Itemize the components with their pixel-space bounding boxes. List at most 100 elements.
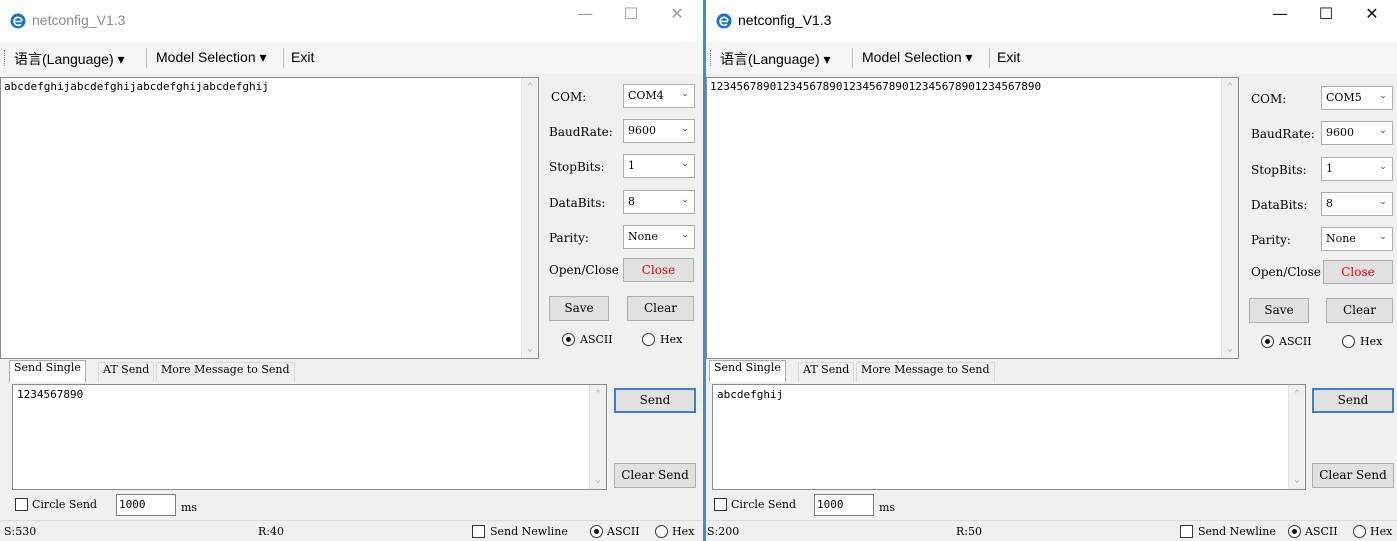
open-close-button[interactable]: Close [1323,260,1393,284]
save-button[interactable]: Save [1249,298,1309,323]
receive-textarea[interactable]: abcdefghijabcdefghijabcdefghijabcdefghij… [0,77,539,359]
receive-textarea[interactable]: 1234567890123456789012345678901234567890… [706,77,1239,359]
receive-scrollbar[interactable]: ⌃ ⌄ [1221,78,1238,358]
databits-value: 8 [628,195,635,208]
status-ascii-radio[interactable] [1288,525,1301,538]
databits-select[interactable]: 8 ⌄ [1321,192,1393,216]
scroll-down-arrow-icon[interactable]: ⌄ [1222,344,1238,354]
tab-send-single[interactable]: Send Single [9,360,86,382]
send-newline-checkbox[interactable] [1180,525,1193,538]
minimize-button[interactable]: — [562,4,608,38]
com-label: COM: [551,90,587,104]
databits-select[interactable]: 8 ⌄ [623,190,695,214]
clear-send-button[interactable]: Clear Send [614,463,696,488]
com-value: COM4 [628,89,664,102]
tab-at-send[interactable]: AT Send [798,362,855,382]
clear-button[interactable]: Clear [627,296,694,321]
scroll-up-arrow-icon[interactable]: ⌃ [522,82,538,92]
interval-unit: ms [181,501,198,514]
send-scrollbar[interactable]: ⌃ ⌄ [1288,385,1305,489]
clear-button[interactable]: Clear [1326,298,1393,323]
receive-scrollbar[interactable]: ⌃ ⌄ [521,78,538,358]
status-bar: S:530 R:40 Send Newline ASCII Hex [0,520,703,541]
parity-select[interactable]: None ⌄ [1321,227,1393,251]
databits-value: 8 [1326,197,1333,210]
status-hex-radio[interactable] [1353,525,1366,538]
tab-more-message[interactable]: More Message to Send [156,362,295,382]
status-hex-label: Hex [672,525,695,538]
hex-radio[interactable] [1342,335,1355,348]
send-button[interactable]: Send [614,388,696,413]
status-bar: S:200 R:50 Send Newline ASCII Hex [706,520,1397,541]
circle-send-checkbox[interactable] [15,498,28,511]
circle-send-checkbox[interactable] [714,498,727,511]
menu-exit[interactable]: Exit [291,49,314,65]
received-count: R:40 [258,525,284,538]
title-bar: netconfig_V1.3 — ☐ ✕ [706,0,1397,42]
stopbits-select[interactable]: 1 ⌄ [623,154,695,178]
menu-language[interactable]: 语言(Language) ▾ [14,49,125,69]
scroll-up-arrow-icon[interactable]: ⌃ [1289,389,1305,399]
chevron-down-icon: ⌄ [681,195,689,205]
hex-radio[interactable] [642,333,655,346]
databits-label: DataBits: [549,196,606,210]
open-close-button[interactable]: Close [623,258,694,282]
tab-send-single[interactable]: Send Single [709,360,786,382]
openclose-label: Open/Close [1251,265,1321,279]
title-bar: netconfig_V1.3 — ☐ ✕ [0,0,703,42]
send-button[interactable]: Send [1312,388,1394,413]
scroll-down-arrow-icon[interactable]: ⌄ [1289,475,1305,485]
ascii-radio[interactable] [1261,335,1274,348]
menu-separator [989,48,990,68]
received-data-text: 1234567890123456789012345678901234567890… [710,80,1042,93]
clear-send-button[interactable]: Clear Send [1312,463,1394,488]
received-data-text: abcdefghijabcdefghijabcdefghijabcdefghij [4,80,269,93]
circle-send-label: Circle Send [32,498,98,511]
stopbits-label: StopBits: [1251,163,1307,177]
maximize-button[interactable]: ☐ [608,4,654,38]
tab-at-send[interactable]: AT Send [98,362,155,382]
status-ascii-radio[interactable] [590,525,603,538]
baudrate-select[interactable]: 9600 ⌄ [623,119,695,143]
interval-input[interactable]: 1000 [814,494,874,516]
com-select[interactable]: COM5 ⌄ [1321,86,1393,110]
stopbits-select[interactable]: 1 ⌄ [1321,157,1393,181]
chevron-down-icon: ⌄ [1379,162,1387,172]
send-textarea[interactable]: 1234567890 ⌃ ⌄ [12,384,607,490]
baudrate-label: BaudRate: [1251,127,1315,141]
toolbar-grip [710,50,713,66]
menu-language[interactable]: 语言(Language) ▾ [720,49,831,69]
scroll-down-arrow-icon[interactable]: ⌄ [522,344,538,354]
baudrate-select[interactable]: 9600 ⌄ [1321,121,1393,145]
menu-model-selection[interactable]: Model Selection ▾ [862,49,973,66]
scroll-down-arrow-icon[interactable]: ⌄ [590,475,606,485]
close-window-button[interactable]: ✕ [654,4,700,38]
send-newline-checkbox[interactable] [472,525,485,538]
save-button[interactable]: Save [549,296,609,321]
chevron-down-icon: ⌄ [1379,197,1387,207]
scroll-up-arrow-icon[interactable]: ⌃ [1222,82,1238,92]
window-title: netconfig_V1.3 [32,12,126,28]
ascii-radio[interactable] [562,333,575,346]
ascii-radio-label: ASCII [1279,335,1312,348]
tab-more-message[interactable]: More Message to Send [856,362,995,382]
menu-exit[interactable]: Exit [997,49,1020,65]
com-label: COM: [1251,92,1287,106]
status-hex-radio[interactable] [655,525,668,538]
menu-model-selection[interactable]: Model Selection ▾ [156,49,267,66]
send-textarea[interactable]: abcdefghij ⌃ ⌄ [712,384,1306,490]
status-ascii-label: ASCII [607,525,640,538]
com-select[interactable]: COM4 ⌄ [623,84,695,108]
send-scrollbar[interactable]: ⌃ ⌄ [589,385,606,489]
parity-select[interactable]: None ⌄ [623,225,695,249]
minimize-button[interactable]: — [1257,4,1303,38]
maximize-button[interactable]: ☐ [1303,4,1349,38]
chevron-down-icon: ⌄ [681,124,689,134]
close-window-button[interactable]: ✕ [1349,4,1395,38]
chevron-down-icon: ⌄ [1379,232,1387,242]
interval-input[interactable]: 1000 [116,494,176,516]
app-icon [716,13,732,29]
interval-unit: ms [879,501,896,514]
scroll-up-arrow-icon[interactable]: ⌃ [590,389,606,399]
com-value: COM5 [1326,91,1362,104]
